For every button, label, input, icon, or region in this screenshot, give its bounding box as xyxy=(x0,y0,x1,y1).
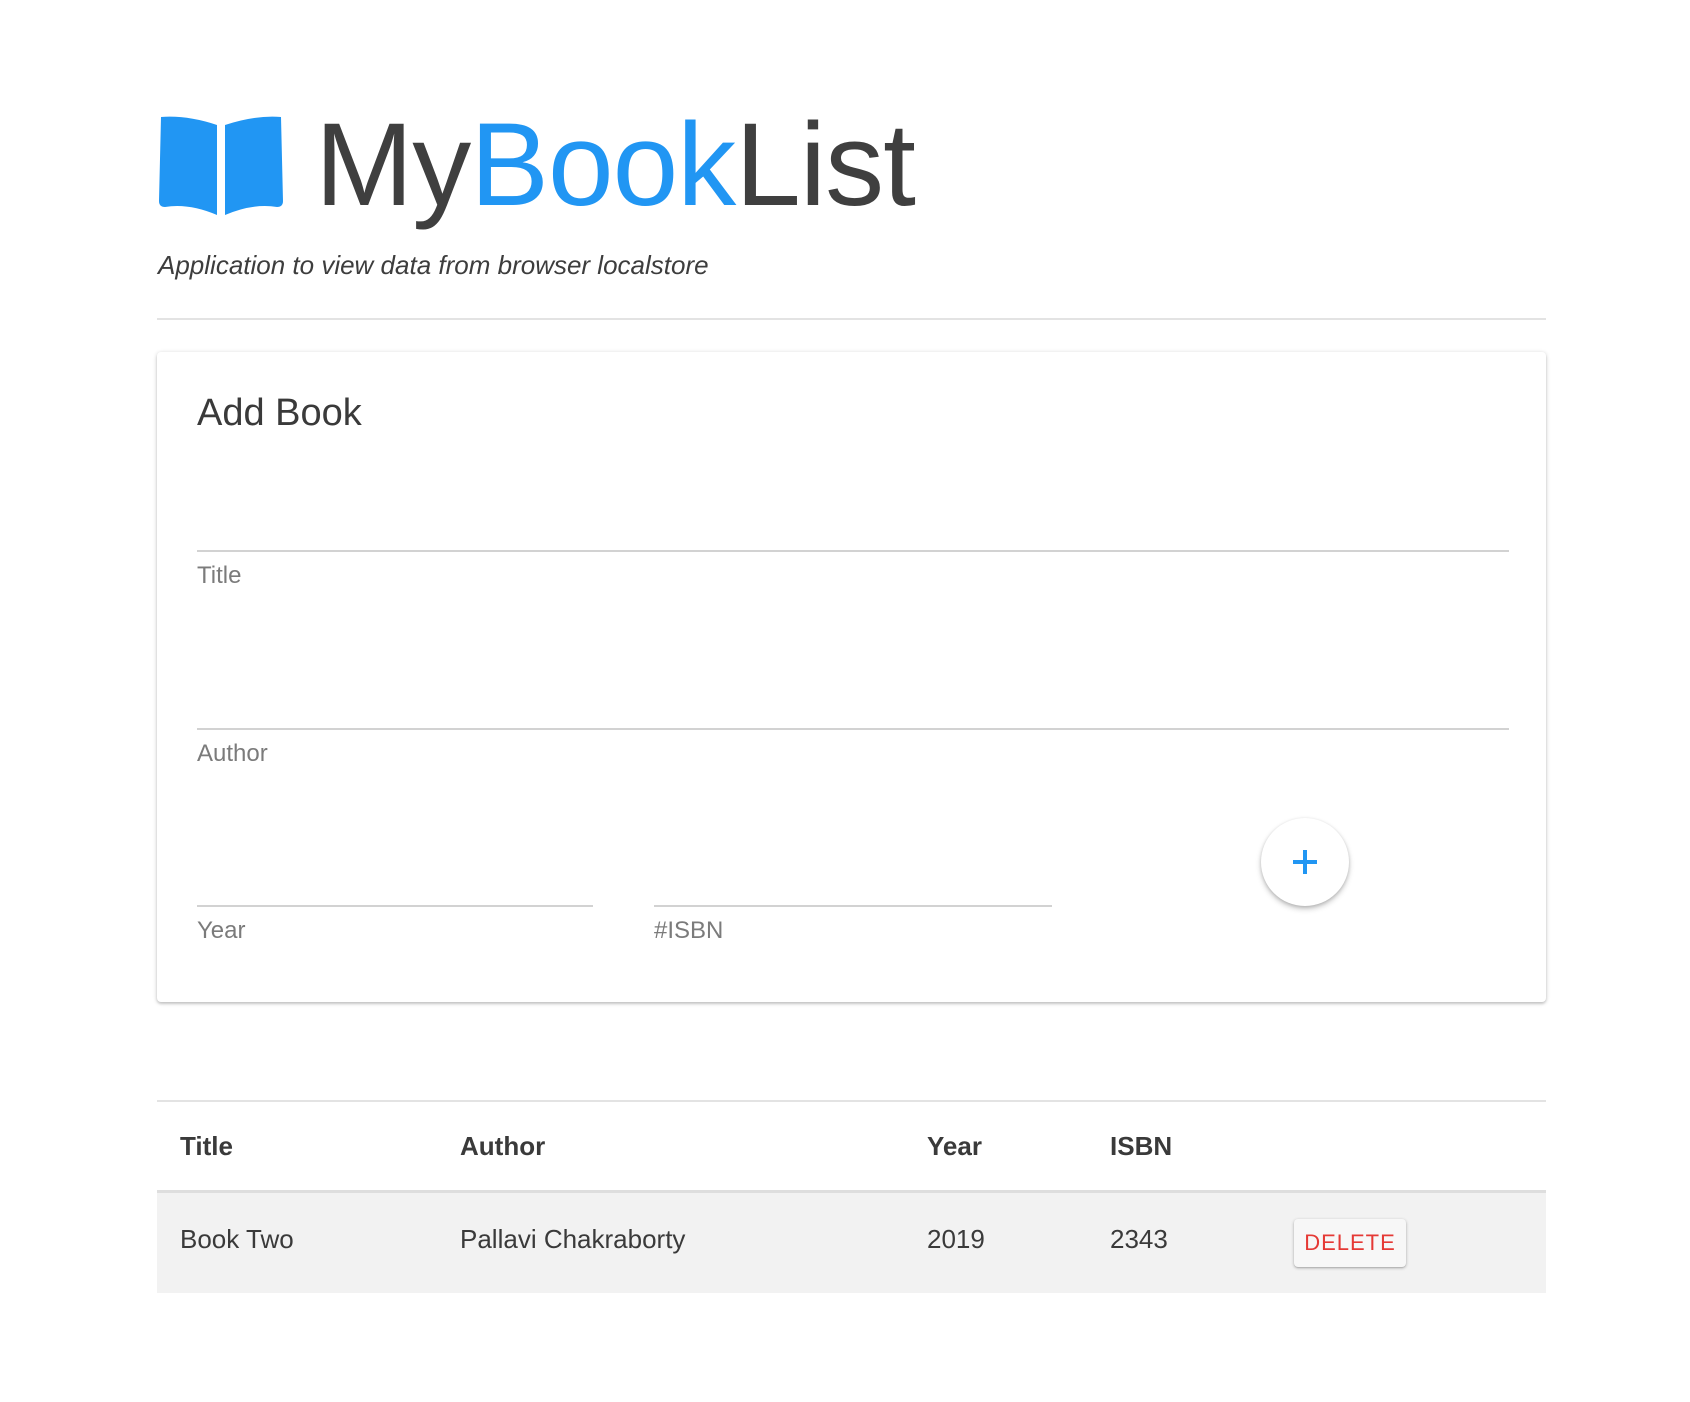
column-header-author: Author xyxy=(460,1131,546,1161)
cell-year: 2019 xyxy=(927,1224,985,1254)
app-title-part-list: List xyxy=(735,99,916,231)
isbn-underline xyxy=(654,905,1052,907)
brand: MyBookList xyxy=(157,100,916,230)
isbn-input[interactable] xyxy=(654,865,1052,903)
cell-isbn: 2343 xyxy=(1110,1224,1168,1254)
open-book-icon xyxy=(159,116,283,215)
add-book-button[interactable] xyxy=(1261,818,1349,906)
column-header-year: Year xyxy=(927,1131,982,1161)
title-field: Title xyxy=(197,510,1509,590)
card-title: Add Book xyxy=(197,392,362,434)
isbn-label: #ISBN xyxy=(654,917,724,944)
app-title-part-book: Book xyxy=(470,99,736,231)
column-header-title: Title xyxy=(180,1131,233,1161)
tagline: Application to view data from browser lo… xyxy=(158,250,709,280)
author-underline xyxy=(197,728,1509,730)
title-label: Title xyxy=(197,562,242,589)
delete-button[interactable]: DELETE xyxy=(1294,1219,1406,1267)
table-header: Title Author Year ISBN xyxy=(157,1102,1546,1193)
author-label: Author xyxy=(197,740,268,767)
isbn-field: #ISBN xyxy=(654,865,1052,945)
page: MyBookList Application to view data from… xyxy=(0,0,1690,1402)
add-book-card: Add Book Title Author Year #ISBN xyxy=(157,352,1546,1002)
column-header-isbn: ISBN xyxy=(1110,1131,1173,1161)
cell-author: Pallavi Chakraborty xyxy=(460,1224,686,1254)
books-table: Title Author Year ISBN Book Two Pallavi … xyxy=(157,1100,1546,1293)
app-title: MyBookList xyxy=(315,106,916,224)
plus-icon xyxy=(1293,850,1317,874)
year-underline xyxy=(197,905,593,907)
year-field: Year xyxy=(197,865,593,945)
year-input[interactable] xyxy=(197,865,593,903)
title-underline xyxy=(197,550,1509,552)
table-row: Book Two Pallavi Chakraborty 2019 2343 D… xyxy=(157,1193,1546,1293)
app-title-part-my: My xyxy=(315,99,471,231)
table-body: Book Two Pallavi Chakraborty 2019 2343 D… xyxy=(157,1193,1546,1293)
year-label: Year xyxy=(197,917,246,944)
author-input[interactable] xyxy=(197,688,1509,726)
header-divider xyxy=(157,318,1546,320)
author-field: Author xyxy=(197,688,1509,768)
title-input[interactable] xyxy=(197,510,1509,548)
cell-title: Book Two xyxy=(180,1224,294,1254)
